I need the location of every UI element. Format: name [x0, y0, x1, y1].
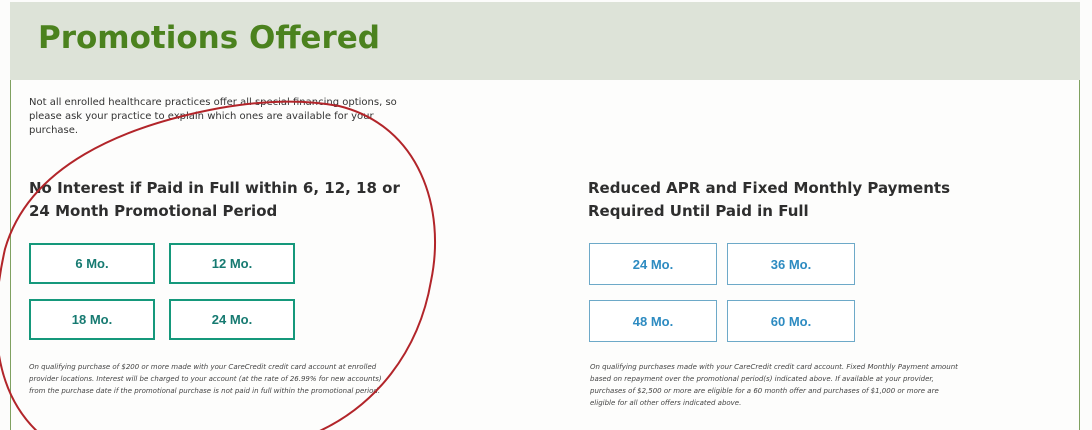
no-interest-section-title: No Interest if Paid in Full within 6, 12…: [29, 179, 400, 220]
no-interest-fineprint: On qualifying purchase of $200 or more m…: [29, 363, 382, 395]
reduced-apr-60-month-button[interactable]: 60 Mo.: [727, 300, 855, 342]
no-interest-6-month-button[interactable]: 6 Mo.: [29, 243, 155, 284]
no-interest-12-month-button[interactable]: 12 Mo.: [169, 243, 295, 284]
intro-text: Not all enrolled healthcare practices of…: [29, 97, 397, 136]
promotions-page: Promotions Offered Not all enrolled heal…: [0, 0, 1092, 430]
reduced-apr-36-month-button[interactable]: 36 Mo.: [727, 243, 855, 285]
promotions-header: Promotions Offered: [10, 2, 1080, 80]
no-interest-18-month-button[interactable]: 18 Mo.: [29, 299, 155, 340]
reduced-apr-fineprint: On qualifying purchases made with your C…: [590, 363, 958, 407]
reduced-apr-48-month-button[interactable]: 48 Mo.: [589, 300, 717, 342]
no-interest-24-month-button[interactable]: 24 Mo.: [169, 299, 295, 340]
reduced-apr-24-month-button[interactable]: 24 Mo.: [589, 243, 717, 285]
reduced-apr-section-title: Reduced APR and Fixed Monthly Payments R…: [588, 179, 951, 220]
page-title: Promotions Offered: [38, 20, 380, 56]
